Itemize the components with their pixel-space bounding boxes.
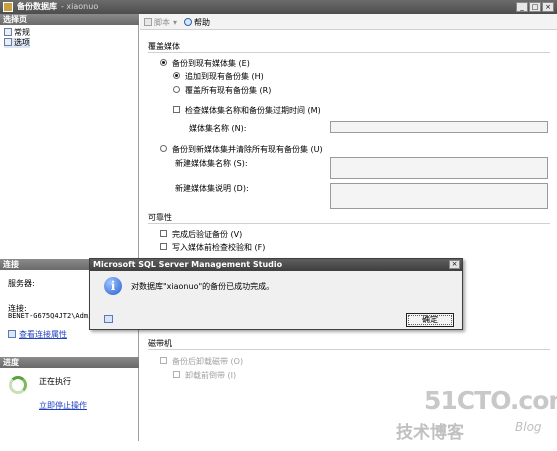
check-name-checkbox[interactable] [173,106,180,113]
window-title-text: 备份数据库 [17,2,57,11]
window-title: 备份数据库 - xiaonuo [17,1,98,12]
media-set-name-input[interactable] [330,121,548,133]
connection-value: BENET-G675Q4JT2\Admini [8,312,101,320]
database-icon [3,2,13,12]
page-item-label: 选项 [14,38,30,47]
checksum-checkbox[interactable] [160,243,167,250]
rewind-checkbox[interactable] [173,371,180,378]
info-icon: i [104,277,122,295]
page-icon [4,28,12,36]
stop-operation-link[interactable]: 立即停止操作 [39,401,87,410]
view-connection-link[interactable]: 查看连接属性 [19,330,67,339]
verify-checkbox[interactable] [160,230,167,237]
script-label: 脚本 [154,18,170,27]
view-connection-row[interactable]: 查看连接属性 [8,329,67,340]
divider [148,349,550,350]
ok-button[interactable]: 确定 [406,313,454,327]
new-media-name-label: 新建媒体集名称 (S): [175,159,248,168]
checksum-label: 写入媒体前检查校验和 (F) [172,243,266,252]
backup-new-radio[interactable] [160,145,167,152]
watermark-site: 51CTO.com [424,386,557,415]
reliability-title: 可靠性 [148,213,172,222]
page-item-options[interactable]: 选项 [4,38,30,48]
window-subtitle: - xiaonuo [61,2,99,11]
new-media-desc-label: 新建媒体集说明 (D): [175,184,249,193]
backup-existing-label: 备份到现有媒体集 (E) [172,59,250,68]
backup-new-label: 备份到新媒体集并清除所有现有备份集 (U) [172,145,323,154]
maximize-button[interactable]: □ [529,2,541,12]
new-media-name-input[interactable] [330,157,548,179]
window-titlebar: 备份数据库 - xiaonuo _ □ × [0,0,557,14]
select-page-header: 选择页 [0,14,139,25]
append-radio[interactable] [173,72,180,79]
page-item-general[interactable]: 常规 [4,28,30,38]
progress-header: 进度 [0,357,139,368]
toolbar: 脚本 ▾ 帮助 [140,14,557,30]
append-label: 追加到现有备份集 (H) [185,72,264,81]
script-icon [144,18,152,26]
backup-existing-radio[interactable] [160,59,167,66]
help-button[interactable]: 帮助 [184,17,210,28]
page-icon [4,38,12,46]
dialog-message: 对数据库"xiaonuo"的备份已成功完成。 [131,282,275,291]
properties-icon [8,330,16,338]
unload-label: 备份后卸载磁带 (O) [172,357,244,366]
overwrite-media-title: 覆盖媒体 [148,42,180,51]
divider [148,52,550,53]
dialog-close-button[interactable]: × [449,260,460,269]
copy-icon[interactable] [104,315,113,323]
overwrite-all-label: 覆盖所有现有备份集 (R) [185,86,272,95]
unload-checkbox[interactable] [160,357,167,364]
progress-status: 正在执行 [39,377,71,386]
watermark-blog-en: Blog [515,420,542,434]
server-label: 服务器: [8,279,35,288]
stop-link-row[interactable]: 立即停止操作 [39,400,87,411]
watermark-blog-cn: 技术博客 [396,423,464,443]
dialog-title: Microsoft SQL Server Management Studio [90,259,462,271]
progress-spinner-icon [9,376,27,394]
success-dialog: Microsoft SQL Server Management Studio ×… [89,258,463,330]
tape-title: 磁带机 [148,339,172,348]
new-media-desc-input[interactable] [330,183,548,209]
verify-label: 完成后验证备份 (V) [172,230,243,239]
overwrite-all-radio[interactable] [173,86,180,93]
script-button[interactable]: 脚本 ▾ [144,17,177,28]
rewind-label: 卸载前倒带 (I) [185,371,237,380]
page-item-label: 常规 [14,28,30,37]
help-label: 帮助 [194,18,210,27]
chevron-down-icon: ▾ [173,18,178,27]
close-button[interactable]: × [542,2,554,12]
check-name-label: 检查媒体集名称和备份集过期时间 (M) [185,106,321,115]
minimize-button[interactable]: _ [516,2,528,12]
divider [148,223,550,224]
media-set-name-label: 媒体集名称 (N): [189,124,247,133]
left-pane: 选择页 常规 选项 连接 服务器: 连接: BENET-G675Q4JT2\Ad… [0,14,139,441]
help-icon [184,18,192,26]
